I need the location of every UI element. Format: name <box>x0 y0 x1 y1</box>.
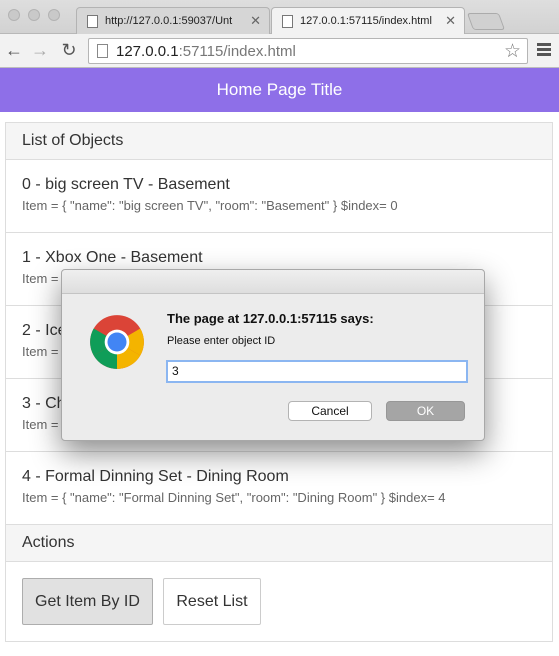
tab-untitled[interactable]: http://127.0.0.1:59037/Unt ✕ <box>76 7 270 34</box>
chrome-logo-icon <box>90 315 144 369</box>
tab-label: http://127.0.0.1:59037/Unt <box>105 15 233 27</box>
tab-label: 127.0.0.1:57115/index.html <box>300 15 432 27</box>
dialog-title-bar <box>62 270 484 294</box>
menu-icon[interactable] <box>537 43 551 58</box>
item-title: 1 - Xbox One - Basement <box>22 249 203 266</box>
prompt-dialog: The page at 127.0.0.1:57115 says: Please… <box>61 269 485 441</box>
list-item: 4 - Formal Dinning Set - Dining Room Ite… <box>6 452 552 525</box>
url-host: 127.0.0.1 <box>116 43 179 60</box>
object-id-input[interactable]: 3 <box>166 360 468 383</box>
list-item: 0 - big screen TV - Basement Item = { "n… <box>6 160 552 233</box>
zoom-window-button[interactable] <box>48 9 60 21</box>
url-path: :57115/index.html <box>178 43 296 60</box>
browser-chrome: http://127.0.0.1:59037/Unt ✕ 127.0.0.1:5… <box>0 0 559 68</box>
ok-button[interactable]: OK <box>386 401 465 421</box>
actions-heading: Actions <box>6 525 552 562</box>
dialog-message: Please enter object ID <box>167 335 276 347</box>
item-title: 0 - big screen TV - Basement <box>22 176 230 193</box>
new-tab-button[interactable] <box>466 13 506 30</box>
reset-list-button[interactable]: Reset List <box>163 578 261 625</box>
page-icon <box>87 15 98 28</box>
address-bar[interactable]: 127.0.0.1:57115/index.html ☆ <box>88 38 528 64</box>
item-detail: Item = { "name": "Formal Dinning Set", "… <box>22 490 446 505</box>
close-tab-icon[interactable]: ✕ <box>445 13 456 29</box>
bookmark-star-icon[interactable]: ☆ <box>504 40 521 63</box>
reload-icon[interactable]: ↻ <box>58 39 80 61</box>
page-icon <box>97 44 108 58</box>
item-detail: Item = { "name": "big screen TV", "room"… <box>22 198 398 213</box>
actions-body: Get Item By ID Reset List <box>6 562 552 641</box>
page-icon <box>282 15 293 28</box>
url-text: 127.0.0.1:57115/index.html <box>116 43 296 60</box>
get-item-by-id-button[interactable]: Get Item By ID <box>22 578 153 625</box>
dialog-title: The page at 127.0.0.1:57115 says: <box>167 311 374 326</box>
page-header: Home Page Title <box>0 68 559 112</box>
tab-index[interactable]: 127.0.0.1:57115/index.html ✕ <box>271 7 465 35</box>
page-title: Home Page Title <box>216 80 343 99</box>
minimize-window-button[interactable] <box>28 9 40 21</box>
back-icon[interactable]: ← <box>3 39 25 61</box>
tab-strip: http://127.0.0.1:59037/Unt ✕ 127.0.0.1:5… <box>0 0 559 35</box>
item-title: 4 - Formal Dinning Set - Dining Room <box>22 468 289 485</box>
browser-toolbar: ← → ↻ 127.0.0.1:57115/index.html ☆ <box>0 34 559 68</box>
cancel-button[interactable]: Cancel <box>288 401 372 421</box>
close-tab-icon[interactable]: ✕ <box>250 13 261 29</box>
close-window-button[interactable] <box>8 9 20 21</box>
forward-icon[interactable]: → <box>29 39 51 61</box>
list-heading: List of Objects <box>6 123 552 160</box>
